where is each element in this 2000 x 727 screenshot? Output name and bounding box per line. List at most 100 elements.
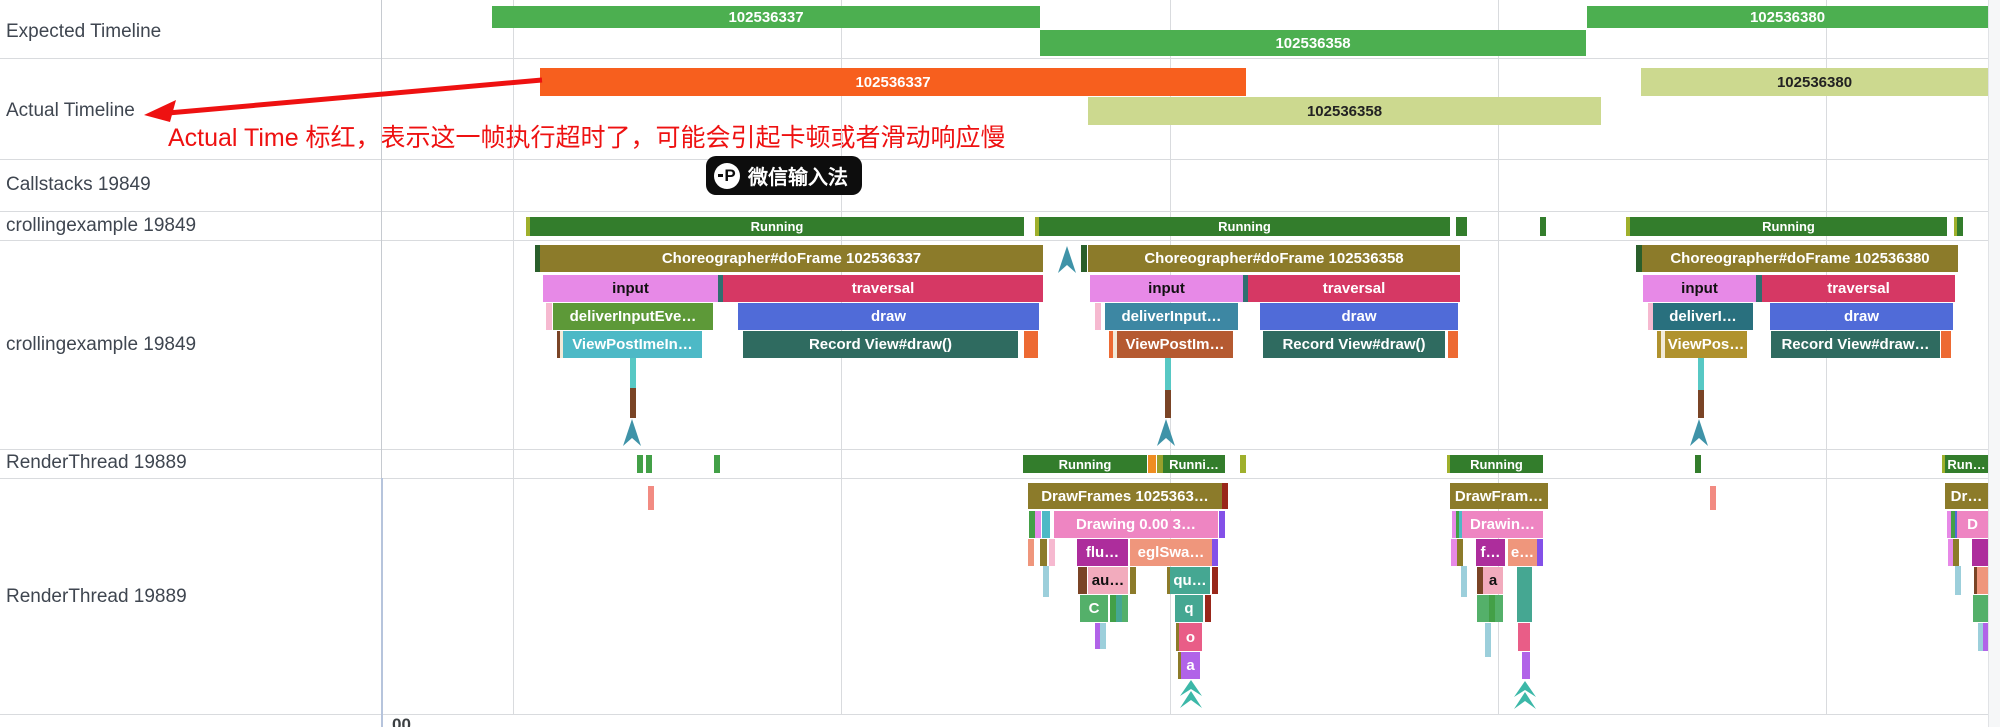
drawing-slice[interactable]: Drawing 0.00 3… (1054, 511, 1218, 538)
eglswap-slice[interactable]: eglSwa… (1130, 539, 1212, 566)
running-bar[interactable]: Running (1450, 455, 1543, 473)
running-bar[interactable]: Running (530, 217, 1024, 236)
running-tick[interactable] (637, 455, 643, 473)
row-divider (0, 240, 2000, 241)
record-draw-slice[interactable]: Record View#draw() (743, 331, 1018, 358)
slice-tick[interactable] (1035, 511, 1041, 538)
expected-frame-bar[interactable]: 102536337 (492, 6, 1040, 28)
slice-tick[interactable] (1095, 303, 1101, 330)
slice[interactable] (1972, 539, 1988, 566)
viewpostime-slice[interactable]: ViewPostIm… (1117, 331, 1233, 358)
slice-tick[interactable] (1219, 511, 1225, 538)
drawframes-slice[interactable]: DrawFrames 1025363… (1028, 483, 1222, 509)
slice[interactable]: q (1175, 595, 1203, 622)
running-tick[interactable] (1695, 455, 1701, 473)
slice-tick[interactable] (1130, 567, 1136, 594)
slice-tick[interactable] (1042, 511, 1050, 538)
actual-frame-bar[interactable]: 102536358 (1088, 97, 1601, 125)
choreographer-slice[interactable]: Choreographer#doFrame 102536337 (540, 245, 1043, 272)
viewpostime-slice[interactable]: ViewPos… (1665, 331, 1747, 358)
traversal-slice[interactable]: traversal (723, 275, 1043, 302)
slice[interactable]: au… (1088, 567, 1128, 594)
draw-slice[interactable]: draw (1770, 303, 1953, 330)
slice-tick[interactable] (1212, 567, 1218, 594)
trace-marker-pin[interactable] (1514, 681, 1536, 711)
record-draw-slice[interactable]: Record View#draw() (1263, 331, 1445, 358)
slice[interactable] (1517, 567, 1532, 622)
slice-tick[interactable] (1122, 595, 1128, 622)
eglswap-slice[interactable]: e… (1508, 539, 1537, 566)
slice-tick[interactable] (1222, 483, 1228, 509)
slice[interactable]: qu… (1170, 567, 1210, 594)
running-tick[interactable] (714, 455, 720, 473)
slice[interactable]: a (1483, 567, 1503, 594)
trace-marker-pin[interactable] (1157, 419, 1175, 447)
trace-marker-pin[interactable] (623, 419, 641, 447)
input-slice[interactable]: input (1090, 275, 1243, 302)
slice-tick[interactable] (1100, 623, 1106, 649)
slice[interactable]: a (1181, 652, 1200, 679)
running-bar[interactable]: Runni… (1163, 455, 1225, 473)
drawframes-slice[interactable]: DrawFram… (1450, 483, 1548, 509)
slice[interactable]: o (1179, 623, 1202, 651)
input-slice[interactable]: input (1643, 275, 1756, 302)
draw-slice[interactable]: draw (738, 303, 1039, 330)
slice[interactable] (1024, 331, 1038, 358)
slice-tick[interactable] (1457, 539, 1463, 566)
slice[interactable] (1448, 331, 1458, 358)
deliver-input-slice[interactable]: deliverInputEve… (553, 303, 713, 330)
running-tick[interactable] (1148, 455, 1156, 473)
flush-slice[interactable]: f… (1476, 539, 1505, 566)
expected-frame-bar[interactable]: 102536380 (1587, 6, 1988, 28)
vertical-scrollbar[interactable] (1988, 0, 2000, 727)
slice-tick[interactable] (1489, 595, 1495, 622)
traversal-slice[interactable]: traversal (1762, 275, 1955, 302)
slice[interactable]: C (1080, 595, 1108, 622)
running-tick[interactable] (1957, 217, 1963, 236)
running-tick[interactable] (646, 455, 652, 473)
slice[interactable] (1973, 595, 1988, 622)
slice-tick[interactable] (1953, 539, 1959, 566)
deliver-input-slice[interactable]: deliverInput… (1105, 303, 1238, 330)
running-bar[interactable]: Running (1039, 217, 1450, 236)
slice[interactable] (1977, 567, 1988, 594)
choreographer-slice[interactable]: Choreographer#doFrame 102536358 (1088, 245, 1460, 272)
running-bar[interactable]: Run… (1945, 455, 1988, 473)
drawframes-slice[interactable]: Dr… (1945, 483, 1988, 509)
slice-tick[interactable] (1078, 567, 1087, 594)
drawing-slice[interactable]: Drawin… (1462, 511, 1543, 538)
actual-frame-bar[interactable]: 102536380 (1641, 68, 1988, 96)
draw-slice[interactable]: draw (1260, 303, 1458, 330)
slice-tick[interactable] (1049, 539, 1055, 566)
slice[interactable] (1522, 652, 1530, 679)
flush-slice[interactable]: flu… (1077, 539, 1128, 566)
drawing-slice[interactable]: D (1957, 511, 1988, 538)
slice-tick[interactable] (1212, 539, 1218, 566)
slice-tick[interactable] (1485, 623, 1491, 657)
traversal-slice[interactable]: traversal (1248, 275, 1460, 302)
slice-tick[interactable] (1081, 245, 1087, 272)
running-bar[interactable]: Running (1630, 217, 1947, 236)
expected-frame-bar[interactable]: 102536358 (1040, 30, 1586, 56)
slice-tick[interactable] (1537, 539, 1543, 566)
running-bar[interactable]: Running (1023, 455, 1147, 473)
deliver-input-slice[interactable]: deliverI… (1653, 303, 1753, 330)
viewpostime-slice[interactable]: ViewPostImeIn… (563, 331, 702, 358)
slice-tick[interactable] (546, 303, 552, 330)
running-tick[interactable] (1540, 217, 1546, 236)
slice-tick[interactable] (1028, 539, 1034, 566)
actual-frame-bar-janky[interactable]: 102536337 (540, 68, 1246, 96)
slice-tick[interactable] (1040, 539, 1047, 566)
trace-marker-pin[interactable] (1058, 246, 1076, 274)
slice[interactable] (1941, 331, 1951, 358)
trace-marker-pin[interactable] (1690, 419, 1708, 447)
record-draw-slice[interactable]: Record View#draw… (1771, 331, 1940, 358)
marker-line (1165, 358, 1171, 390)
choreographer-slice[interactable]: Choreographer#doFrame 102536380 (1642, 245, 1958, 272)
slice-tick[interactable] (1205, 595, 1211, 622)
running-tick[interactable] (1456, 217, 1467, 236)
running-tick[interactable] (1240, 455, 1246, 473)
trace-marker-pin[interactable] (1180, 680, 1202, 710)
slice[interactable] (1518, 623, 1530, 651)
input-slice[interactable]: input (543, 275, 718, 302)
